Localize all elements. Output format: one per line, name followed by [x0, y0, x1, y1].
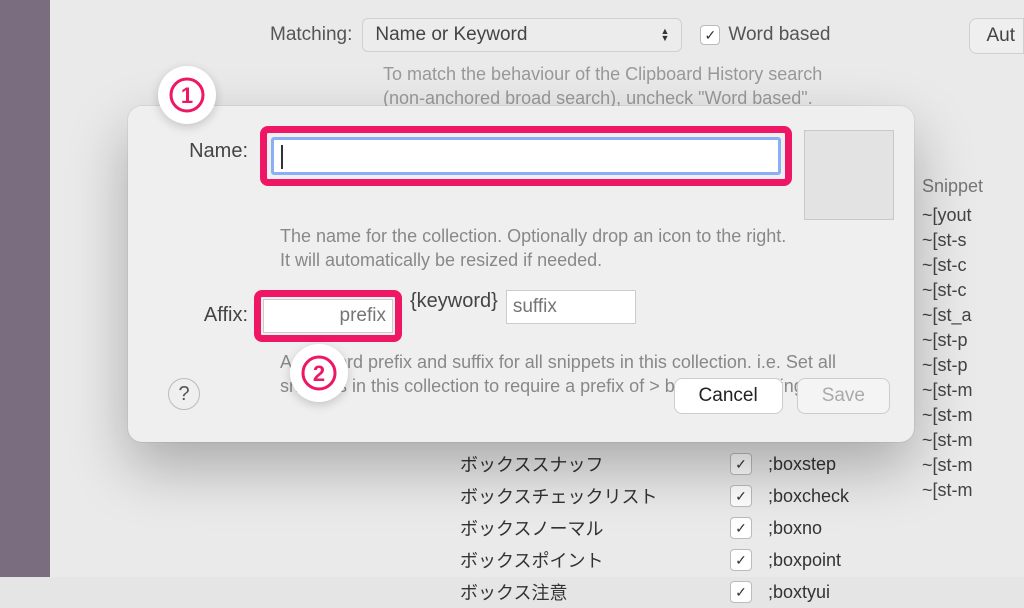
affix-label: Affix:: [148, 290, 260, 327]
word-based-checkbox[interactable]: ✓: [700, 25, 720, 45]
snippet-name: ボックスポイント: [460, 547, 730, 573]
collection-dialog: Name: The name for the collection. Optio…: [128, 106, 914, 442]
snippet-checkbox[interactable]: ✓: [730, 517, 752, 539]
snippet-checkbox[interactable]: ✓: [730, 581, 752, 603]
keyword-token: {keyword}: [410, 290, 498, 313]
list-item[interactable]: ~[st-c: [914, 278, 1024, 303]
list-item[interactable]: ~[yout: [914, 203, 1024, 228]
matching-value: Name or Keyword: [375, 24, 527, 46]
annotation-badge-1: 1: [158, 66, 216, 124]
right-list-header: Snippet: [914, 170, 1024, 203]
list-item[interactable]: ~[st-m: [914, 403, 1024, 428]
suffix-input[interactable]: [506, 290, 636, 324]
annotation-badge-2: 2: [290, 344, 348, 402]
sidebar: [0, 0, 50, 577]
snippet-checkbox[interactable]: ✓: [730, 453, 752, 475]
snippet-checkbox[interactable]: ✓: [730, 485, 752, 507]
matching-label: Matching:: [270, 24, 352, 46]
snippet-keyword: ;boxtyui: [768, 582, 830, 603]
snippet-keyword: ;boxcheck: [768, 486, 849, 507]
chevron-up-down-icon: ▲▼: [660, 28, 669, 42]
bg-snippet-rows: ボックススナッフ✓;boxstepボックスチェックリスト✓;boxcheckボッ…: [460, 448, 849, 608]
svg-text:1: 1: [181, 83, 193, 108]
name-description: The name for the collection. Optionally …: [280, 224, 800, 272]
icon-dropzone[interactable]: [804, 130, 894, 220]
list-item[interactable]: ~[st-p: [914, 328, 1024, 353]
list-item[interactable]: ~[st-m: [914, 478, 1024, 503]
snippet-keyword: ;boxno: [768, 518, 822, 539]
table-row[interactable]: ボックスポイント✓ ;boxpoint: [460, 544, 849, 576]
list-item[interactable]: ~[st-m: [914, 453, 1024, 478]
list-item[interactable]: ~[st-c: [914, 253, 1024, 278]
svg-text:2: 2: [313, 361, 325, 386]
right-snippet-panel: Snippet ~[yout~[st-s~[st-c~[st-c~[st_a~[…: [914, 170, 1024, 503]
word-based-label: Word based: [728, 24, 830, 46]
snippet-keyword: ;boxstep: [768, 454, 836, 475]
save-button[interactable]: Save: [797, 378, 890, 414]
name-input[interactable]: [271, 137, 781, 175]
text-cursor: [281, 145, 283, 169]
table-row[interactable]: ボックススナッフ✓ ;boxstep: [460, 448, 849, 480]
prefix-input[interactable]: [263, 299, 393, 333]
help-button[interactable]: ?: [168, 378, 200, 410]
name-label: Name:: [148, 126, 260, 163]
auto-button[interactable]: Aut: [969, 18, 1024, 54]
snippet-name: ボックス注意: [460, 579, 730, 605]
snippet-keyword: ;boxpoint: [768, 550, 841, 571]
cancel-button[interactable]: Cancel: [674, 378, 783, 414]
list-item[interactable]: ~[st-p: [914, 353, 1024, 378]
snippet-name: ボックスノーマル: [460, 515, 730, 541]
matching-hint: To match the behaviour of the Clipboard …: [383, 62, 822, 110]
table-row[interactable]: ボックスノーマル✓ ;boxno: [460, 512, 849, 544]
name-input-highlight: [260, 126, 792, 186]
snippet-name: ボックススナッフ: [460, 451, 730, 477]
snippet-checkbox[interactable]: ✓: [730, 549, 752, 571]
table-row[interactable]: ボックスチェックリスト✓ ;boxcheck: [460, 480, 849, 512]
list-item[interactable]: ~[st_a: [914, 303, 1024, 328]
list-item[interactable]: ~[st-m: [914, 378, 1024, 403]
table-row[interactable]: ボックス注意✓ ;boxtyui: [460, 576, 849, 608]
prefix-input-highlight: [254, 290, 402, 342]
matching-select[interactable]: Name or Keyword ▲▼: [362, 18, 682, 52]
snippet-name: ボックスチェックリスト: [460, 483, 730, 509]
list-item[interactable]: ~[st-m: [914, 428, 1024, 453]
list-item[interactable]: ~[st-s: [914, 228, 1024, 253]
